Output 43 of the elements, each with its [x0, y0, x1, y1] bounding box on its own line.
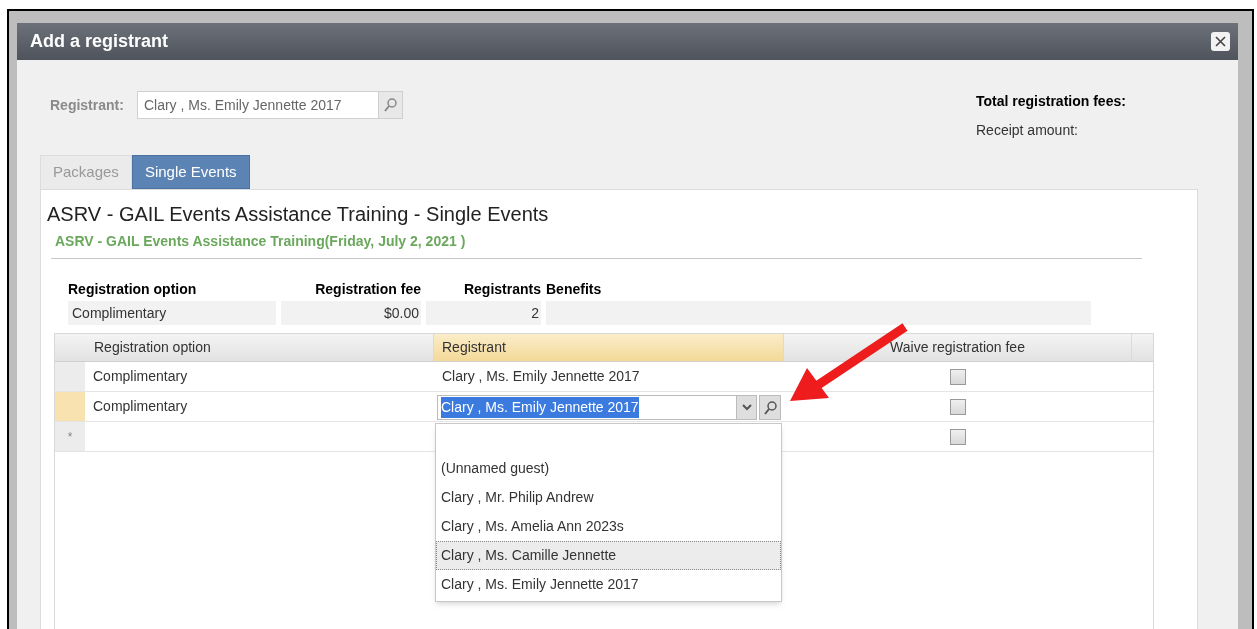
- checkbox[interactable]: [950, 398, 966, 415]
- column-header: Registration option: [68, 279, 198, 299]
- event-title: ASRV - GAIL Events Assistance Training - Single Events: [46, 202, 550, 226]
- dropdown-item[interactable]: (Unnamed guest): [436, 454, 781, 483]
- column-header: Benefits: [546, 279, 603, 299]
- table-cell: Complimentary: [68, 301, 276, 325]
- event-subtitle: ASRV - GAIL Events Assistance Training(Friday, July 2, 2021 ): [54, 232, 467, 251]
- column-header: Registration fee: [314, 279, 421, 299]
- dropdown-item[interactable]: Clary , Ms. Camille Jennette: [436, 541, 781, 570]
- close-icon: [1215, 36, 1226, 47]
- window-title: Add a registrant: [30, 30, 169, 53]
- search-icon: [383, 98, 397, 112]
- column-header: Registration option: [85, 334, 434, 361]
- tab[interactable]: Single Events: [131, 155, 250, 189]
- registrant-combo-field[interactable]: Clary , Ms. Emily Jennette 2017: [437, 395, 737, 420]
- search-button[interactable]: [759, 395, 781, 420]
- dropdown-button[interactable]: [737, 395, 757, 420]
- dropdown-item[interactable]: Clary , Mr. Philip Andrew: [436, 483, 781, 512]
- dropdown-item[interactable]: Clary , Ms. Emily Jennette 2017: [436, 570, 781, 599]
- search-icon: [763, 400, 777, 415]
- checkbox[interactable]: [950, 428, 966, 445]
- dropdown-item[interactable]: Clary , Ms. Amelia Ann 2023s: [436, 512, 781, 541]
- receipt-amount-label: Receipt amount:: [976, 121, 1079, 140]
- column-header: Waive registration fee: [784, 334, 1132, 361]
- row-header: [55, 392, 85, 421]
- table-cell-text: Clary , Ms. Emily Jennette 2017: [441, 367, 640, 386]
- table-cell: $0.00: [281, 301, 421, 325]
- close-button[interactable]: [1211, 32, 1230, 51]
- total-fees-label: Total registration fees:: [976, 92, 1127, 111]
- checkbox[interactable]: [950, 368, 966, 385]
- registrant-field[interactable]: Clary , Ms. Emily Jennette 2017: [136, 91, 379, 119]
- table-cell: 2: [426, 301, 541, 325]
- table-cell-text: Complimentary: [92, 367, 189, 386]
- row-header: *: [55, 422, 85, 451]
- column-header: Registrant: [434, 334, 784, 361]
- row-header: [55, 334, 85, 361]
- registrant-label: Registrant:: [50, 95, 124, 115]
- column-header: Registrants: [462, 279, 541, 299]
- column-header-blank: [1132, 334, 1153, 361]
- chevron-down-icon: [741, 404, 752, 411]
- selected-text: Clary , Ms. Emily Jennette 2017: [441, 397, 639, 418]
- table-cell-text: Complimentary: [92, 397, 189, 416]
- search-button[interactable]: [378, 91, 403, 119]
